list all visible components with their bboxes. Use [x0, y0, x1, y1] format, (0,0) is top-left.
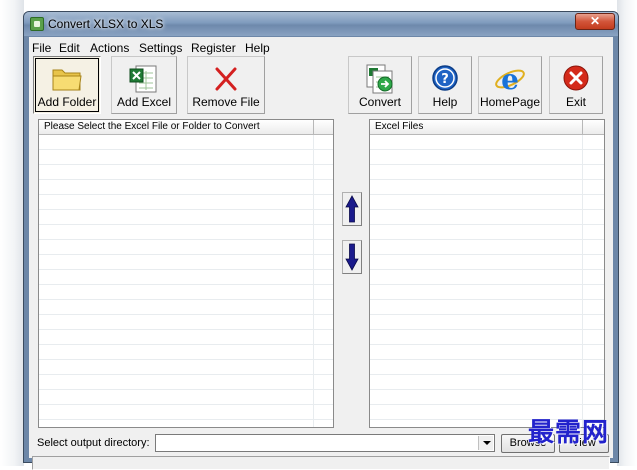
source-list-rows	[39, 135, 333, 427]
menu-help[interactable]: Help	[245, 41, 270, 55]
convert-button[interactable]: Convert	[348, 56, 412, 114]
source-file-list[interactable]: Please Select the Excel File or Folder t…	[38, 119, 334, 428]
svg-text:e: e	[501, 63, 519, 95]
help-button[interactable]: ? Help	[418, 56, 472, 114]
menu-file[interactable]: File	[32, 41, 51, 55]
add-folder-label: Add Folder	[37, 95, 97, 109]
homepage-label: HomePage	[479, 95, 541, 109]
watermark: 最需网	[528, 418, 610, 448]
menu-actions[interactable]: Actions	[90, 41, 129, 55]
app-window: Convert XLSX to XLS ✕ File Edit Actions …	[23, 11, 619, 470]
convert-icon	[366, 64, 393, 94]
window-title: Convert XLSX to XLS	[48, 17, 164, 31]
column-divider	[313, 135, 314, 427]
add-excel-button[interactable]: Add Excel	[111, 56, 177, 114]
exit-button[interactable]: Exit	[549, 56, 603, 114]
move-down-button[interactable]	[342, 240, 362, 274]
red-x-icon	[215, 67, 237, 91]
column-divider	[582, 135, 583, 427]
output-directory-combo[interactable]	[155, 434, 495, 452]
arrow-up-icon	[345, 195, 359, 223]
target-list-rows	[370, 135, 604, 427]
add-excel-label: Add Excel	[116, 95, 172, 109]
chevron-down-icon[interactable]	[478, 436, 493, 450]
internet-explorer-icon: e	[495, 63, 525, 95]
help-label: Help	[432, 95, 458, 109]
status-bar	[32, 456, 610, 470]
client-area: File Edit Actions Settings Register Help…	[29, 37, 613, 470]
title-bar[interactable]: Convert XLSX to XLS ✕	[24, 12, 618, 36]
exit-label: Exit	[565, 95, 586, 109]
menu-bar: File Edit Actions Settings Register Help	[29, 37, 613, 57]
excel-files-list[interactable]: Excel Files	[369, 119, 605, 428]
svg-text:?: ?	[441, 72, 449, 87]
excel-file-icon	[129, 65, 157, 93]
close-button[interactable]: ✕	[575, 13, 615, 30]
source-list-column-header[interactable]: Please Select the Excel File or Folder t…	[39, 120, 314, 135]
folder-icon	[52, 69, 82, 91]
remove-file-button[interactable]: Remove File	[187, 56, 265, 114]
excel-files-column-header[interactable]: Excel Files	[370, 120, 583, 135]
output-directory-label: Select output directory:	[37, 437, 150, 449]
menu-edit[interactable]: Edit	[59, 41, 80, 55]
menu-register[interactable]: Register	[191, 41, 236, 55]
help-icon: ?	[432, 65, 458, 91]
homepage-button[interactable]: e HomePage	[478, 56, 542, 114]
app-icon	[30, 17, 44, 31]
menu-settings[interactable]: Settings	[139, 41, 182, 55]
convert-label: Convert	[358, 95, 402, 109]
desktop-background	[0, 0, 24, 466]
target-list-header: Excel Files	[370, 120, 604, 135]
add-folder-button[interactable]: Add Folder	[33, 56, 101, 114]
exit-icon	[563, 65, 589, 91]
arrow-down-icon	[345, 243, 359, 271]
desktop-background	[617, 0, 637, 466]
source-list-header: Please Select the Excel File or Folder t…	[39, 120, 333, 135]
move-up-button[interactable]	[342, 192, 362, 226]
remove-file-label: Remove File	[192, 95, 260, 109]
